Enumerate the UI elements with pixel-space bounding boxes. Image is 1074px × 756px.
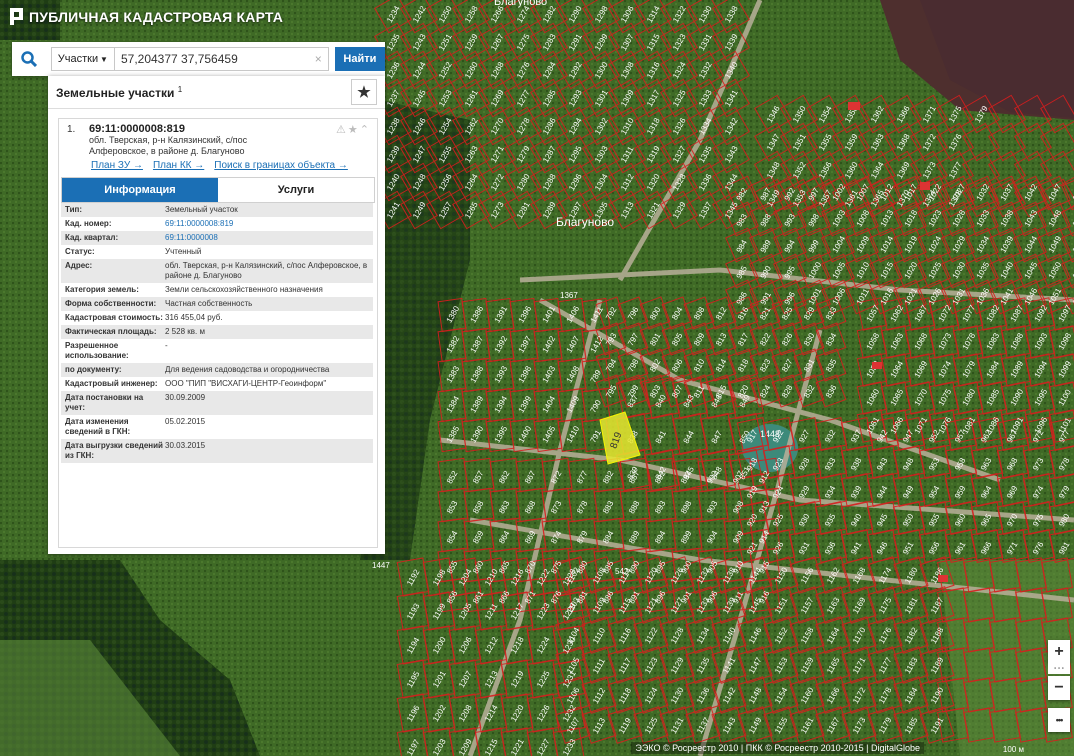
attribute-row: Разрешенное использование: - (61, 339, 373, 363)
card-actions[interactable]: ⚠★⌃ (336, 123, 371, 136)
attribute-key: Кадастровая стоимость: (65, 313, 163, 322)
app-brand[interactable]: ПУБЛИЧНАЯ КАДАСТРОВАЯ КАРТА (10, 8, 283, 25)
attribute-value: 30.03.2015 (165, 441, 206, 450)
attribute-row: Дата выгрузки сведений из ГКН: 30.03.2015 (61, 439, 373, 463)
card-index: 1. (67, 124, 76, 135)
search-query: 57,204377 37,756459 (120, 52, 238, 66)
card-tabs: Информация Услуги (61, 177, 375, 203)
road-label: 1447 (372, 561, 390, 570)
attribute-row: Тип: Земельный участок (61, 203, 373, 217)
attribute-row: Кадастровый инженер: ООО "ПИП "ВИСХАГИ-ЦЕ… (61, 377, 373, 391)
map-attribution: ЭЭКО © Росреестр 2010 | ПКК © Росреестр … (631, 742, 924, 754)
cadastral-number[interactable]: 69:11:0000008:819 (89, 123, 371, 135)
attribute-value[interactable]: 69:11:0000008:819 (165, 219, 369, 229)
attribute-key: Статус: (65, 247, 95, 256)
attribute-value: обл. Тверская, р-н Калязинский, с/пос Ал… (165, 261, 368, 280)
app-title: ПУБЛИЧНАЯ КАДАСТРОВАЯ КАРТА (29, 8, 284, 25)
scale-bar: 100 м (1002, 745, 1024, 754)
zoom-out-button[interactable]: − (1048, 676, 1070, 700)
attribute-value[interactable]: 69:11:0000008 (165, 233, 369, 243)
attribute-key: Кад. квартал: (65, 233, 119, 242)
attribute-value: Земельный участок (165, 205, 238, 214)
attribute-value: Учтенный (165, 247, 202, 256)
attribute-row: Дата изменения сведений в ГКН: 05.02.2015 (61, 415, 373, 439)
attribute-key: по документу: (65, 365, 122, 374)
chevron-down-icon: ▼ (100, 54, 108, 64)
attribute-key: Разрешенное использование: (65, 341, 129, 360)
card-links: План ЗУ → План КК → Поиск в границах объ… (91, 160, 371, 171)
results-panel: Земельные участки 1 ★ 1. 69:11:0000008:8… (48, 76, 385, 554)
attribute-key: Фактическая площадь: (65, 327, 157, 336)
attribute-key: Форма собственности: (65, 299, 157, 308)
search-icon[interactable] (12, 42, 47, 76)
attribute-row: Кад. номер: 69:11:0000008:819 (61, 217, 373, 231)
more-button[interactable]: ••• (1048, 708, 1070, 732)
attribute-row: Кадастровая стоимость: 316 455,04 руб. (61, 311, 373, 325)
search-input[interactable]: 57,204377 37,756459 × (114, 47, 329, 71)
warning-icon: ⚠ (336, 124, 348, 136)
attribute-value: 2 528 кв. м (165, 327, 205, 336)
link-search-in-bounds[interactable]: Поиск в границах объекта → (214, 160, 348, 171)
attribute-key: Кадастровый инженер: (65, 379, 158, 388)
road-label: 1367 (560, 291, 578, 300)
attribute-key: Дата постановки на учет: (65, 393, 144, 412)
attribute-value: 05.02.2015 (165, 417, 206, 426)
clear-icon[interactable]: × (315, 52, 322, 66)
attribute-key: Дата выгрузки сведений из ГКН: (65, 441, 163, 460)
card-address-line2: Алферовское, в районе д. Благуново (89, 146, 245, 156)
attribute-table: Тип: Земельный участок Кад. номер: 69:11:00… (61, 203, 373, 463)
panel-header: Земельные участки 1 ★ (48, 76, 385, 109)
search-category-select[interactable]: Участки ▼ (50, 47, 115, 71)
zoom-in-button[interactable]: + (1048, 640, 1070, 664)
attribute-row: Кад. квартал: 69:11:0000008 (61, 231, 373, 245)
attribute-row: Форма собственности: Частная собственност… (61, 297, 373, 311)
attribute-key: Категория земель: (65, 285, 139, 294)
attribute-row: по документу: Для ведения садоводства и о… (61, 363, 373, 377)
search-category-value: Участки (57, 53, 99, 65)
attribute-row: Категория земель: Земли сельскохозяйствен… (61, 283, 373, 297)
attribute-key: Тип: (65, 205, 82, 214)
star-icon: ★ (357, 84, 371, 101)
attribute-value: Для ведения садоводства и огородничества (165, 365, 330, 374)
attribute-key: Адрес: (65, 261, 93, 270)
parcel-card: 1. 69:11:0000008:819 обл. Тверская, р-н … (58, 118, 378, 548)
attribute-key: Дата изменения сведений в ГКН: (65, 417, 131, 436)
attribute-value: 316 455,04 руб. (165, 313, 223, 322)
collapse-icon: ⌃ (359, 124, 371, 136)
panel-title: Земельные участки 1 (56, 84, 183, 100)
village-label: Благуново (556, 215, 614, 229)
link-plan-kk[interactable]: План КК → (153, 160, 204, 171)
star-outline-icon: ★ (347, 124, 360, 136)
card-address-line1: обл. Тверская, р-н Калязинский, с/пос (89, 135, 248, 145)
attribute-value: - (165, 341, 168, 350)
search-button[interactable]: Найти (334, 47, 385, 71)
attribute-key: Кад. номер: (65, 219, 112, 228)
road-label: 542 (615, 567, 629, 576)
search-bar: Участки ▼ 57,204377 37,756459 × Найти (12, 42, 385, 76)
attribute-row: Статус: Учтенный (61, 245, 373, 259)
zoom-dots: • • • (1048, 664, 1070, 674)
village-label-top: Благуново (494, 0, 547, 8)
tab-info[interactable]: Информация (62, 178, 218, 202)
attribute-row: Фактическая площадь: 2 528 кв. м (61, 325, 373, 339)
pkk-logo-icon (10, 8, 23, 25)
attribute-row: Дата постановки на учет: 30.09.2009 (61, 391, 373, 415)
attribute-value: 30.09.2009 (165, 393, 206, 402)
tab-services[interactable]: Услуги (218, 178, 374, 202)
attribute-value: Частная собственность (165, 299, 253, 308)
attribute-row: Адрес: обл. Тверская, р-н Калязинский, с/… (61, 259, 373, 283)
attribute-value: ООО "ПИП "ВИСХАГИ-ЦЕНТР-Геоинформ" (165, 379, 327, 388)
favorite-button[interactable]: ★ (351, 79, 377, 105)
link-plan-zu[interactable]: План ЗУ → (91, 160, 143, 171)
attribute-value: Земли сельскохозяйственного назначения (165, 285, 323, 294)
